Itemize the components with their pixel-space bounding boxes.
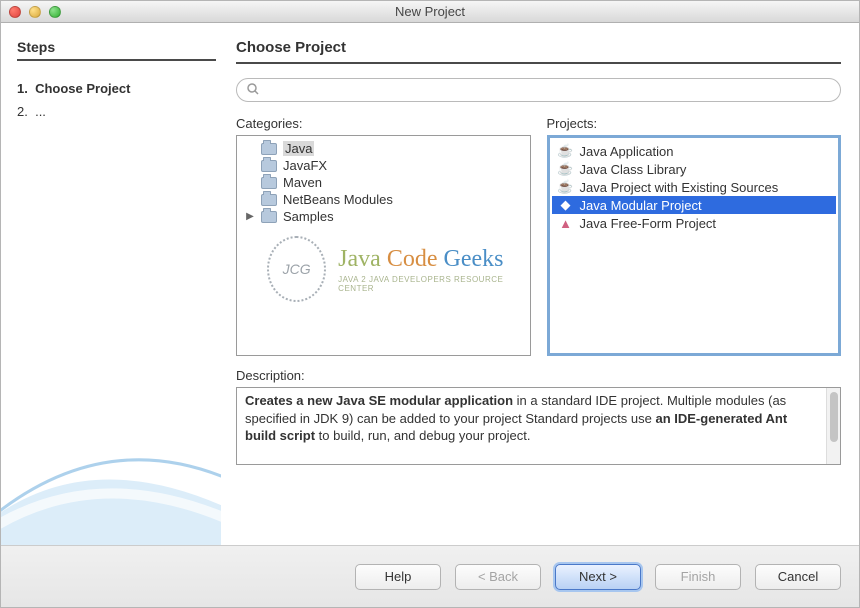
category-item-javafx[interactable]: JavaFX	[239, 157, 528, 174]
description-label: Description:	[236, 368, 841, 383]
description-scrollbar[interactable]	[826, 388, 840, 464]
category-label: Java	[283, 141, 314, 156]
category-label: Samples	[283, 209, 334, 224]
watermark: JCG Java Code Geeks Java 2 Java Develope…	[267, 236, 520, 302]
folder-icon	[261, 160, 277, 172]
window-title: New Project	[1, 4, 859, 19]
step-item: 2. ...	[17, 100, 216, 123]
watermark-brand: Java Code Geeks	[338, 246, 519, 273]
projects-label: Projects:	[547, 116, 842, 131]
watermark-logo-icon: JCG	[267, 236, 326, 302]
step-item: 1. Choose Project	[17, 77, 216, 100]
step-number: 2.	[17, 104, 28, 119]
project-item-existing-sources[interactable]: ☕ Java Project with Existing Sources	[552, 178, 837, 196]
step-label: ...	[35, 104, 46, 119]
next-button[interactable]: Next >	[555, 564, 641, 590]
category-item-samples[interactable]: ▶ Samples	[239, 208, 528, 225]
project-item-java-application[interactable]: ☕ Java Application	[552, 142, 837, 160]
new-project-dialog: New Project Steps 1. Choose Project 2. .…	[0, 0, 860, 608]
titlebar: New Project	[1, 1, 859, 23]
folder-icon	[261, 211, 277, 223]
triangle-icon: ▲	[558, 215, 574, 231]
steps-heading: Steps	[17, 39, 216, 61]
page-title: Choose Project	[236, 39, 841, 64]
project-label: Java Class Library	[580, 162, 687, 177]
step-number: 1.	[17, 81, 28, 96]
help-button[interactable]: Help	[355, 564, 441, 590]
java-icon: ☕	[558, 143, 574, 159]
steps-list: 1. Choose Project 2. ...	[17, 77, 216, 123]
search-icon	[247, 83, 259, 98]
cancel-button[interactable]: Cancel	[755, 564, 841, 590]
folder-icon	[261, 143, 277, 155]
search-box[interactable]	[236, 78, 841, 102]
scrollbar-thumb[interactable]	[830, 392, 838, 442]
footer: Help < Back Next > Finish Cancel	[1, 545, 859, 607]
category-item-netbeans-modules[interactable]: NetBeans Modules	[239, 191, 528, 208]
project-item-java-modular[interactable]: ◆ Java Modular Project	[552, 196, 837, 214]
search-input[interactable]	[265, 83, 830, 98]
project-item-java-class-library[interactable]: ☕ Java Class Library	[552, 160, 837, 178]
diamond-icon: ◆	[558, 197, 574, 213]
folder-icon	[261, 177, 277, 189]
projects-listbox[interactable]: ☕ Java Application ☕ Java Class Library …	[547, 135, 842, 356]
category-label: NetBeans Modules	[283, 192, 393, 207]
project-label: Java Application	[580, 144, 674, 159]
category-label: Maven	[283, 175, 322, 190]
categories-label: Categories:	[236, 116, 531, 131]
categories-listbox[interactable]: Java JavaFX Maven	[236, 135, 531, 356]
description-bold1: Creates a new Java SE modular applicatio…	[245, 393, 513, 408]
main-panel: Choose Project Categories: Java	[226, 23, 859, 545]
project-label: Java Free-Form Project	[580, 216, 717, 231]
category-item-maven[interactable]: Maven	[239, 174, 528, 191]
decorative-swoosh	[1, 365, 221, 545]
projects-panel: Projects: ☕ Java Application ☕ Java Clas…	[547, 116, 842, 356]
back-button[interactable]: < Back	[455, 564, 541, 590]
steps-sidebar: Steps 1. Choose Project 2. ...	[1, 23, 226, 545]
step-label: Choose Project	[35, 81, 130, 96]
disclosure-icon: ▶	[245, 211, 255, 222]
description-text: Creates a new Java SE modular applicatio…	[237, 388, 826, 464]
categories-panel: Categories: Java JavaFX	[236, 116, 531, 356]
project-item-free-form[interactable]: ▲ Java Free-Form Project	[552, 214, 837, 232]
category-label: JavaFX	[283, 158, 327, 173]
project-label: Java Modular Project	[580, 198, 702, 213]
description-box: Creates a new Java SE modular applicatio…	[236, 387, 841, 465]
finish-button[interactable]: Finish	[655, 564, 741, 590]
watermark-sub: Java 2 Java Developers Resource Center	[338, 275, 519, 293]
project-label: Java Project with Existing Sources	[580, 180, 779, 195]
content: Steps 1. Choose Project 2. ... Choose Pr…	[1, 23, 859, 545]
description-part2: to build, run, and debug your project.	[315, 428, 530, 443]
panels: Categories: Java JavaFX	[236, 116, 841, 356]
java-icon: ☕	[558, 179, 574, 195]
category-item-java[interactable]: Java	[239, 140, 528, 157]
java-icon: ☕	[558, 161, 574, 177]
folder-icon	[261, 194, 277, 206]
